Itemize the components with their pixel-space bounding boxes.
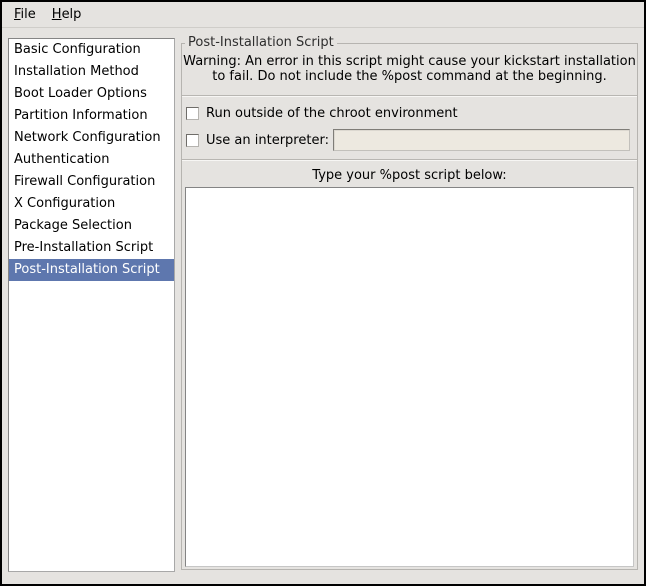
sidebar-item-x-configuration[interactable]: X Configuration — [9, 193, 174, 215]
menu-help[interactable]: Help — [44, 3, 90, 26]
menu-file[interactable]: File — [6, 3, 44, 26]
menu-bar: File Help — [2, 2, 644, 28]
post-script-textarea[interactable] — [185, 187, 634, 567]
chroot-checkbox-label[interactable]: Run outside of the chroot environment — [206, 106, 458, 121]
kickstart-configurator-window: File Help Basic Configuration Installati… — [0, 0, 646, 586]
frame-title: Post-Installation Script — [185, 35, 337, 51]
chroot-checkbox[interactable] — [186, 107, 199, 120]
interpreter-checkbox[interactable] — [186, 134, 199, 147]
sidebar-item-basic-configuration[interactable]: Basic Configuration — [9, 39, 174, 61]
script-instruction-label: Type your %post script below: — [182, 168, 637, 183]
sidebar-item-partition-information[interactable]: Partition Information — [9, 105, 174, 127]
sidebar-item-post-installation-script[interactable]: Post-Installation Script — [9, 259, 174, 281]
sidebar-item-installation-method[interactable]: Installation Method — [9, 61, 174, 83]
section-list: Basic Configuration Installation Method … — [8, 38, 175, 572]
sidebar-item-authentication[interactable]: Authentication — [9, 149, 174, 171]
sidebar-item-network-configuration[interactable]: Network Configuration — [9, 127, 174, 149]
post-installation-script-frame: Post-Installation Script Warning: An err… — [181, 43, 638, 570]
chroot-option-row[interactable]: Run outside of the chroot environment — [182, 102, 637, 124]
sidebar-item-package-selection[interactable]: Package Selection — [9, 215, 174, 237]
interpreter-input[interactable] — [333, 129, 630, 151]
separator — [182, 159, 637, 161]
separator — [182, 95, 637, 97]
warning-line-1: Warning: An error in this script might c… — [182, 54, 637, 69]
sidebar-item-pre-installation-script[interactable]: Pre-Installation Script — [9, 237, 174, 259]
warning-line-2: to fail. Do not include the %post comman… — [182, 69, 637, 84]
warning-text: Warning: An error in this script might c… — [182, 54, 637, 84]
interpreter-option-row[interactable]: Use an interpreter: — [182, 129, 637, 151]
sidebar-item-firewall-configuration[interactable]: Firewall Configuration — [9, 171, 174, 193]
interpreter-checkbox-label[interactable]: Use an interpreter: — [206, 133, 329, 148]
sidebar-item-boot-loader-options[interactable]: Boot Loader Options — [9, 83, 174, 105]
